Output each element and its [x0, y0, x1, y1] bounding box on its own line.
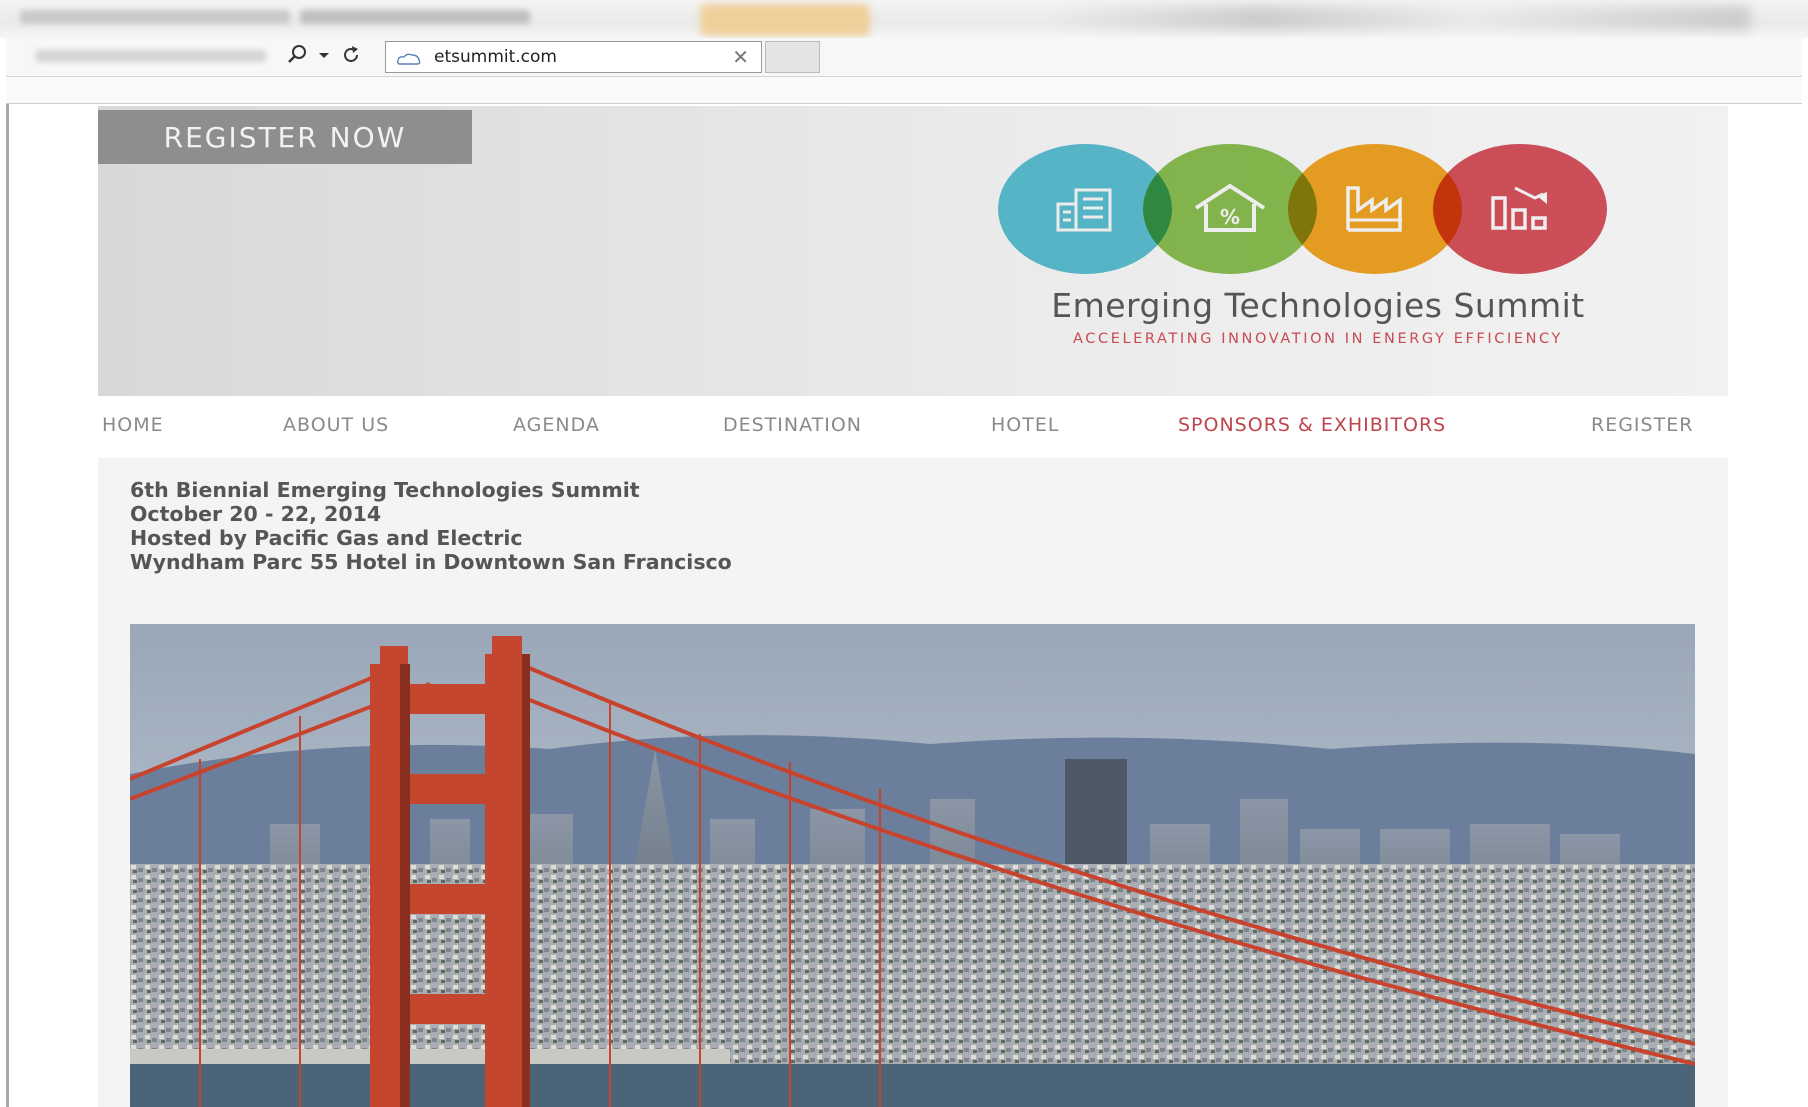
nav-about-us[interactable]: ABOUT US: [283, 414, 389, 436]
title-bar-glare: [1050, 6, 1750, 30]
close-icon[interactable]: ✕: [732, 45, 749, 69]
browser-toolbar: [6, 38, 1802, 77]
nav-hotel[interactable]: HOTEL: [991, 414, 1059, 436]
logo-title: Emerging Technologies Summit: [1051, 286, 1585, 325]
trend-down-icon: [1433, 144, 1607, 274]
blurred-toolbar-text: [36, 50, 266, 62]
site-header: REGISTER NOW % Emerging Technologies Sum…: [98, 106, 1728, 396]
summit-logo: %: [998, 144, 1638, 274]
dropdown-icon[interactable]: [318, 44, 330, 71]
nav-home[interactable]: HOME: [102, 414, 164, 436]
svg-text:%: %: [1220, 205, 1240, 229]
toolbar-icons: [286, 44, 362, 70]
window-left-border: [6, 104, 9, 1107]
refresh-icon[interactable]: [340, 44, 362, 71]
event-location: Wyndham Parc 55 Hotel in Downtown San Fr…: [130, 550, 732, 574]
event-dates: October 20 - 22, 2014: [130, 502, 382, 526]
register-now-button[interactable]: REGISTER NOW: [98, 110, 472, 164]
logo-subtitle: ACCELERATING INNOVATION IN ENERGY EFFICI…: [1073, 331, 1563, 347]
golden-gate-bridge-photo: [130, 624, 1695, 1107]
cloud-page-icon: [396, 51, 421, 65]
window-title-app: [300, 10, 530, 24]
taskbar-highlight: [700, 4, 870, 36]
command-bar: [6, 77, 1802, 104]
nav-sponsors-exhibitors[interactable]: SPONSORS & EXHIBITORS: [1178, 414, 1446, 436]
new-tab-button[interactable]: [765, 41, 820, 73]
nav-agenda[interactable]: AGENDA: [513, 414, 600, 436]
search-icon[interactable]: [286, 44, 308, 71]
window-title-bar: [0, 0, 1808, 38]
address-bar[interactable]: etsummit.com ✕: [385, 41, 762, 73]
main-content: 6th Biennial Emerging Technologies Summi…: [98, 458, 1728, 1107]
window-title-text: [20, 10, 290, 24]
address-url[interactable]: etsummit.com: [434, 47, 557, 67]
nav-destination[interactable]: DESTINATION: [723, 414, 862, 436]
event-info: 6th Biennial Emerging Technologies Summi…: [130, 478, 732, 574]
main-navigation: HOME ABOUT US AGENDA DESTINATION HOTEL S…: [98, 410, 1728, 444]
nav-register[interactable]: REGISTER: [1591, 414, 1693, 436]
event-host: Hosted by Pacific Gas and Electric: [130, 526, 523, 550]
event-title: 6th Biennial Emerging Technologies Summi…: [130, 478, 640, 502]
